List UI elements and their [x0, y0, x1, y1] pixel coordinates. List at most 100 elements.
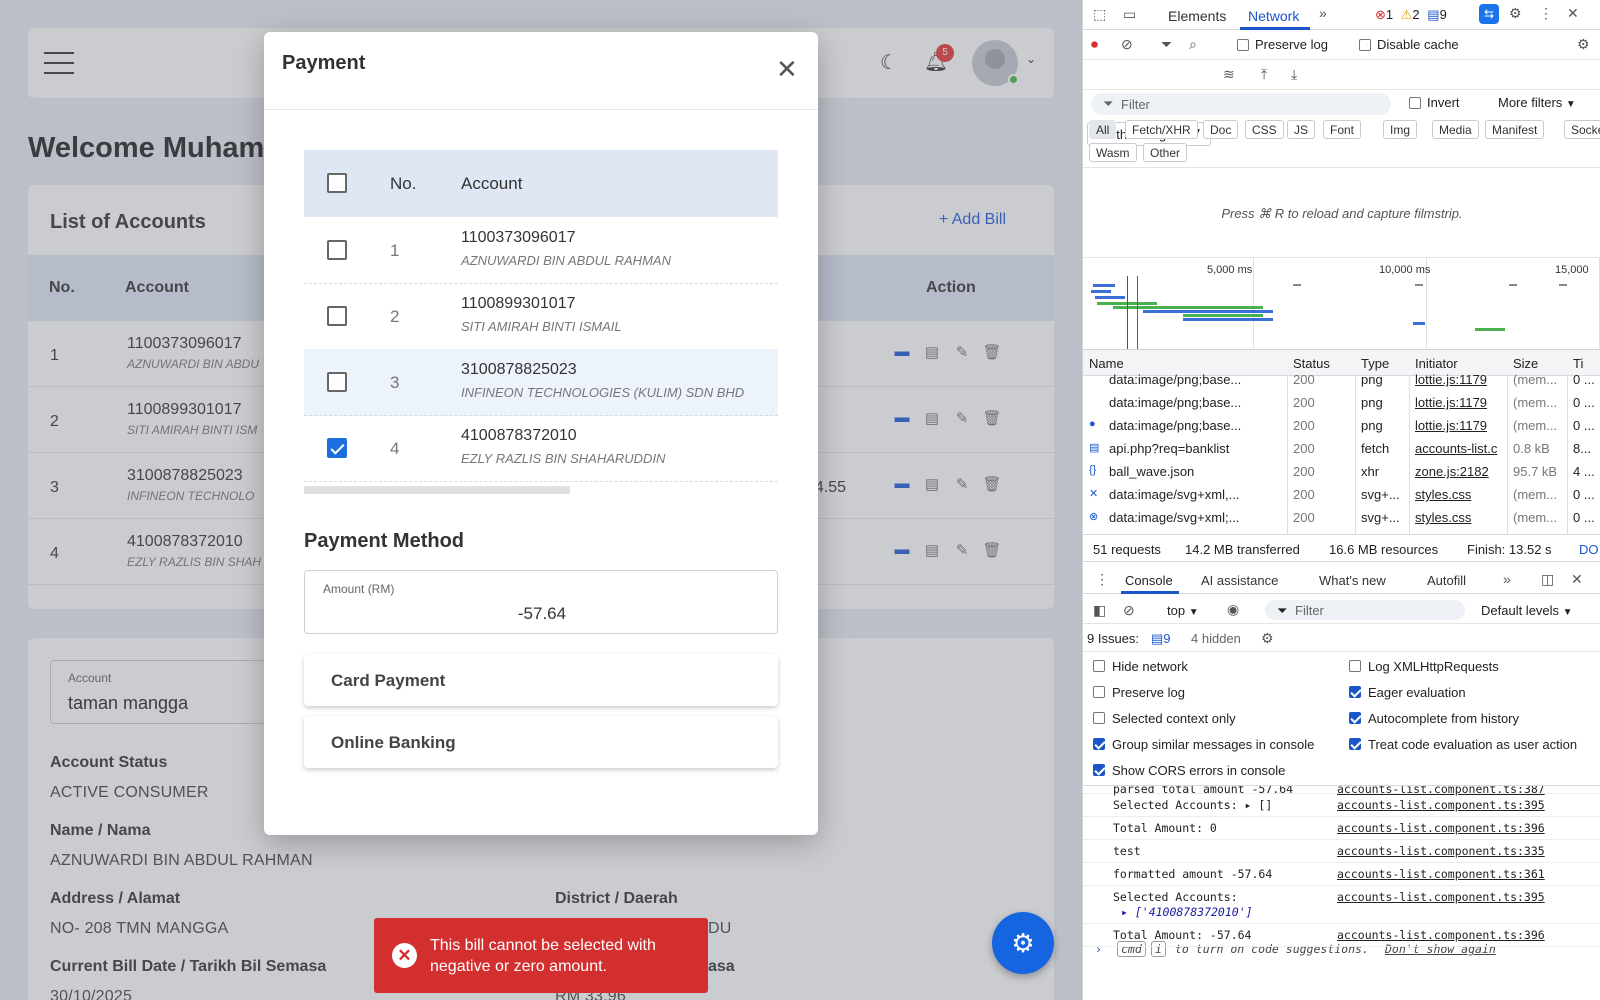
scrollbar-thumb[interactable]: [304, 486, 570, 494]
filter-funnel-icon[interactable]: ⏷: [1161, 36, 1172, 53]
console-source-link[interactable]: accounts-list.component.ts:396: [1337, 928, 1545, 942]
request-initiator-link[interactable]: lottie.js:1179: [1415, 372, 1505, 387]
network-request-row[interactable]: ✕ data:image/svg+xml,... 200 svg+... styles.…: [1083, 483, 1600, 506]
export-har-icon[interactable]: ⤓: [1291, 66, 1297, 83]
row-checkbox[interactable]: [327, 372, 347, 392]
more-drawer-tabs-icon[interactable]: »: [1503, 571, 1511, 587]
tab-whats-new[interactable]: What's new: [1319, 573, 1386, 588]
type-filter-js[interactable]: JS: [1287, 120, 1316, 139]
request-initiator-link[interactable]: zone.js:2182: [1415, 464, 1505, 479]
drawer-menu-icon[interactable]: ⋮: [1095, 571, 1109, 588]
amount-field[interactable]: Amount (RM) -57.64: [304, 570, 778, 634]
extension-icon[interactable]: ⇆: [1479, 4, 1499, 24]
tab-elements[interactable]: Elements: [1168, 8, 1226, 24]
console-source-link[interactable]: accounts-list.component.ts:395: [1337, 798, 1545, 812]
invert-checkbox[interactable]: [1409, 97, 1421, 109]
card-payment-option[interactable]: Card Payment: [304, 654, 778, 706]
setting-checkbox[interactable]: [1093, 764, 1105, 776]
request-initiator-link[interactable]: styles.css: [1415, 510, 1505, 525]
network-request-row[interactable]: ● data:image/png;base... 200 png lottie.js:1…: [1083, 414, 1600, 437]
settings-fab-gear-icon[interactable]: ⚙: [992, 912, 1054, 974]
issues-badge[interactable]: ▤9: [1151, 631, 1171, 647]
setting-checkbox[interactable]: [1349, 712, 1361, 724]
console-settings-gear-icon[interactable]: ⚙: [1261, 630, 1274, 647]
console-array-preview[interactable]: ▸ ['4100878372010']: [1121, 905, 1253, 919]
type-filter-manifest[interactable]: Manifest: [1485, 120, 1545, 139]
request-initiator-link[interactable]: lottie.js:1179: [1415, 418, 1505, 433]
console-source-link[interactable]: accounts-list.component.ts:395: [1337, 890, 1545, 904]
close-icon[interactable]: ✕: [776, 56, 798, 82]
tab-autofill[interactable]: Autofill: [1427, 573, 1466, 588]
setting-checkbox[interactable]: [1093, 738, 1105, 750]
more-filters-dropdown[interactable]: More filters ▼: [1498, 95, 1576, 110]
log-levels-dropdown[interactable]: Default levels ▼: [1481, 603, 1573, 618]
request-initiator-link[interactable]: styles.css: [1415, 487, 1505, 502]
close-drawer-icon[interactable]: ✕: [1571, 571, 1583, 588]
preserve-log-checkbox[interactable]: [1237, 39, 1249, 51]
settings-gear-icon[interactable]: ⚙: [1509, 5, 1522, 22]
issue-counters[interactable]: ⊗1 ⚠2 ▤9: [1375, 7, 1447, 23]
type-filter-media[interactable]: Media: [1432, 120, 1479, 139]
network-request-row[interactable]: ▤ api.php?req=banklist 200 fetch accounts-li…: [1083, 437, 1600, 460]
import-har-icon[interactable]: ⤒: [1261, 66, 1267, 83]
type-filter-img[interactable]: Img: [1383, 120, 1418, 139]
request-type: png: [1361, 418, 1383, 433]
payment-table-row[interactable]: 4 4100878372010 EZLY RAZLIS BIN SHAHARUDDI…: [304, 415, 778, 482]
network-settings-gear-icon[interactable]: ⚙: [1577, 36, 1590, 53]
tab-console[interactable]: Console: [1125, 573, 1173, 588]
inspect-element-icon[interactable]: ⬚: [1093, 6, 1106, 23]
dock-side-icon[interactable]: ◫: [1541, 571, 1554, 588]
record-stop-icon[interactable]: ⏺: [1091, 36, 1098, 53]
network-overview-timeline[interactable]: 5,000 ms 10,000 ms 15,000: [1083, 258, 1600, 350]
type-filter-all[interactable]: All: [1089, 120, 1117, 139]
console-source-link[interactable]: accounts-list.component.ts:396: [1337, 821, 1545, 835]
sidebar-toggle-icon[interactable]: ◧: [1093, 602, 1106, 619]
network-request-row[interactable]: data:image/png;base... 200 png lottie.js:11…: [1083, 391, 1600, 414]
network-conditions-wifi-icon[interactable]: ≋: [1223, 66, 1235, 83]
setting-checkbox[interactable]: [1349, 686, 1361, 698]
setting-checkbox[interactable]: [1349, 738, 1361, 750]
row-checkbox[interactable]: [327, 240, 347, 260]
select-all-checkbox[interactable]: [327, 173, 347, 193]
type-filter-css[interactable]: CSS: [1245, 120, 1284, 139]
kebab-menu-icon[interactable]: ⋮: [1539, 5, 1553, 22]
device-toolbar-icon[interactable]: ▭: [1123, 6, 1136, 23]
console-filter-input[interactable]: ⏷ Filter: [1265, 600, 1465, 620]
setting-checkbox[interactable]: [1093, 660, 1105, 672]
payment-table-row[interactable]: 1 1100373096017 AZNUWARDI BIN ABDUL RAHMAN: [304, 217, 778, 284]
clear-icon[interactable]: ⊘: [1121, 36, 1133, 53]
network-request-row[interactable]: data:image/png;base... 200 png lottie.js:11…: [1083, 368, 1600, 391]
disable-cache-checkbox[interactable]: [1359, 39, 1371, 51]
tab-ai-assistance[interactable]: AI assistance: [1201, 573, 1278, 588]
network-filter-input[interactable]: ⏷ Filter: [1091, 93, 1391, 115]
row-checkbox[interactable]: [327, 438, 347, 458]
context-select[interactable]: top ▼: [1167, 603, 1199, 618]
more-tabs-chevron-icon[interactable]: »: [1319, 5, 1327, 21]
type-filter-other[interactable]: Other: [1143, 143, 1188, 162]
request-initiator-link[interactable]: accounts-list.c: [1415, 441, 1505, 456]
live-expression-eye-icon[interactable]: ◉: [1227, 601, 1239, 618]
tab-network[interactable]: Network: [1248, 8, 1299, 24]
type-filter-font[interactable]: Font: [1323, 120, 1362, 139]
type-filter-socket[interactable]: Socket: [1564, 120, 1600, 139]
horizontal-scrollbar[interactable]: [304, 486, 778, 494]
row-checkbox[interactable]: [327, 306, 347, 326]
setting-checkbox[interactable]: [1093, 686, 1105, 698]
clear-console-icon[interactable]: ⊘: [1123, 602, 1135, 619]
setting-checkbox[interactable]: [1349, 660, 1361, 672]
setting-checkbox[interactable]: [1093, 712, 1105, 724]
console-source-link[interactable]: accounts-list.component.ts:335: [1337, 844, 1545, 858]
network-request-row[interactable]: ⊗ data:image/svg+xml;... 200 svg+... styles.…: [1083, 506, 1600, 529]
type-filter-wasm[interactable]: Wasm: [1089, 143, 1137, 162]
close-devtools-icon[interactable]: ✕: [1567, 5, 1579, 22]
payment-table-row[interactable]: 3 3100878825023 INFINEON TECHNOLOGIES (KUL…: [304, 349, 778, 416]
payment-table-row[interactable]: 2 1100899301017 SITI AMIRAH BINTI ISMAIL: [304, 283, 778, 350]
type-filter-fetchxhr[interactable]: Fetch/XHR: [1125, 120, 1198, 139]
network-request-row[interactable]: {} ball_wave.json 200 xhr zone.js:2182 95.7 k…: [1083, 460, 1600, 483]
search-icon[interactable]: ⌕: [1189, 36, 1197, 53]
timeline-tick: [1509, 284, 1517, 286]
console-source-link[interactable]: accounts-list.component.ts:361: [1337, 867, 1545, 881]
type-filter-doc[interactable]: Doc: [1203, 120, 1239, 139]
request-initiator-link[interactable]: lottie.js:1179: [1415, 395, 1505, 410]
online-banking-option[interactable]: Online Banking: [304, 716, 778, 768]
